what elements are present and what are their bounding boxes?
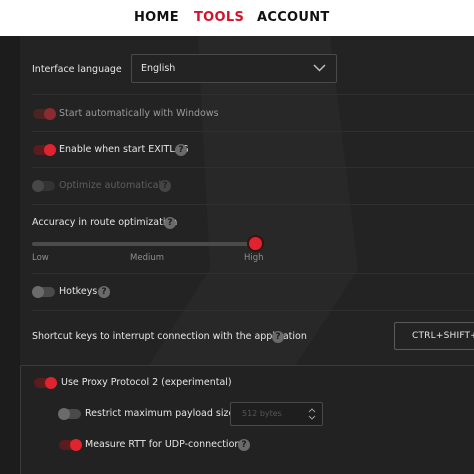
divider (32, 273, 474, 274)
accuracy-label: Accuracy in route optimization (32, 217, 178, 228)
question-mark-icon[interactable]: ? (175, 144, 187, 156)
max-payload-input[interactable]: 512 bytes (230, 402, 323, 426)
hotkeys-toggle[interactable] (32, 286, 55, 298)
top-navigation: HOME TOOLS ACCOUNT (0, 0, 474, 36)
interface-language-select[interactable]: English (131, 54, 337, 83)
max-payload-value: 512 bytes (242, 409, 282, 418)
accuracy-tick-low: Low (32, 253, 49, 263)
divider (32, 167, 474, 168)
nav-account[interactable]: ACCOUNT (257, 10, 330, 25)
question-mark-icon[interactable]: ? (164, 217, 176, 229)
divider (32, 94, 474, 95)
enable-on-start-label: Enable when start EXITLAG (59, 144, 189, 155)
up-down-stepper-icon[interactable] (308, 406, 316, 422)
question-mark-icon[interactable]: ? (98, 286, 110, 298)
question-mark-icon[interactable]: ? (159, 180, 171, 192)
enable-on-start-toggle[interactable] (33, 144, 56, 156)
measure-rtt-toggle[interactable] (59, 439, 82, 451)
optimize-automatically-toggle[interactable] (32, 180, 55, 192)
divider (32, 131, 474, 132)
accuracy-slider-track[interactable] (32, 242, 256, 246)
nav-home[interactable]: HOME (134, 10, 179, 25)
question-mark-icon[interactable]: ? (272, 331, 284, 343)
proxy-protocol-label: Use Proxy Protocol 2 (experimental) (61, 377, 232, 388)
chevron-down-icon (313, 64, 326, 72)
max-payload-toggle[interactable] (58, 408, 81, 420)
nav-tools[interactable]: TOOLS (194, 10, 244, 25)
hotkeys-label: Hotkeys (59, 286, 98, 297)
accuracy-slider-thumb[interactable] (249, 237, 262, 250)
shortcut-value: CTRL+SHIFT+Q (412, 331, 474, 341)
measure-rtt-label: Measure RTT for UDP-connections (85, 439, 246, 450)
max-payload-label: Restrict maximum payload size (85, 408, 235, 419)
accuracy-tick-medium: Medium (130, 253, 164, 263)
start-automatically-toggle[interactable] (33, 108, 56, 120)
shortcut-input[interactable]: CTRL+SHIFT+Q (394, 322, 474, 350)
optimize-automatically-label: Optimize automatically (59, 180, 170, 191)
divider (32, 204, 474, 205)
interface-language-label: Interface language (32, 64, 122, 75)
shortcut-label: Shortcut keys to interrupt connection wi… (32, 331, 307, 342)
start-automatically-label: Start automatically with Windows (59, 108, 219, 119)
settings-panel: Interface language English Start automat… (20, 36, 474, 474)
question-mark-icon[interactable]: ? (238, 439, 250, 451)
accuracy-tick-high: High (244, 253, 264, 263)
proxy-protocol-toggle[interactable] (34, 377, 57, 389)
interface-language-value: English (141, 63, 176, 74)
divider (32, 310, 474, 311)
